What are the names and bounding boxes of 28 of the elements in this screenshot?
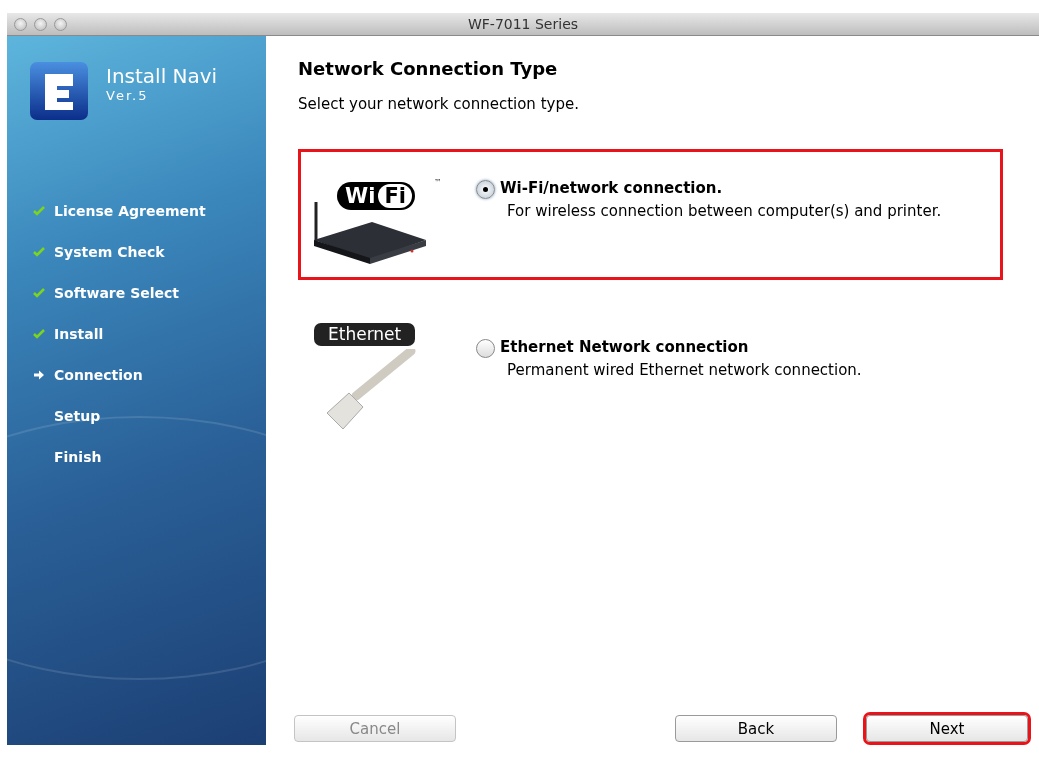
dialog-button[interactable]: Next <box>866 715 1028 742</box>
wifi-logo: Wi Fi <box>337 182 415 210</box>
app-name: Install Navi <box>106 64 218 88</box>
radio-button[interactable] <box>476 180 495 199</box>
option-description: Permanent wired Ethernet network connection. <box>506 361 862 379</box>
option-description: For wireless connection between computer(s) and printer. <box>506 202 942 220</box>
radio-button[interactable] <box>476 339 495 358</box>
instruction-text: Select your network connection type. <box>298 95 580 113</box>
step-label: Install <box>54 325 104 342</box>
dialog-button: Cancel <box>294 715 456 742</box>
step-label: License Agreement <box>54 202 206 219</box>
option-label[interactable]: Ethernet Network connection <box>500 338 862 356</box>
dialog-button[interactable]: Back <box>675 715 837 742</box>
page-heading: Network Connection Type <box>298 58 559 79</box>
window-control-button[interactable] <box>54 17 67 31</box>
step-label: Setup <box>54 407 101 424</box>
step-label: Finish <box>54 448 102 465</box>
step-label: Software Select <box>54 284 179 301</box>
window-control-button[interactable] <box>14 17 27 31</box>
version-label: Ver.5 <box>106 88 150 103</box>
option-label[interactable]: Wi-Fi/network connection. <box>500 179 942 197</box>
ethernet-label: Ethernet <box>314 323 416 346</box>
window-title: WF-7011 Series <box>467 16 579 32</box>
step-label: Connection <box>54 366 143 383</box>
logo-icon <box>30 62 88 120</box>
window-control-button[interactable] <box>34 17 47 31</box>
trademark-sign: ™ <box>434 178 442 187</box>
step-label: System Check <box>54 243 165 260</box>
